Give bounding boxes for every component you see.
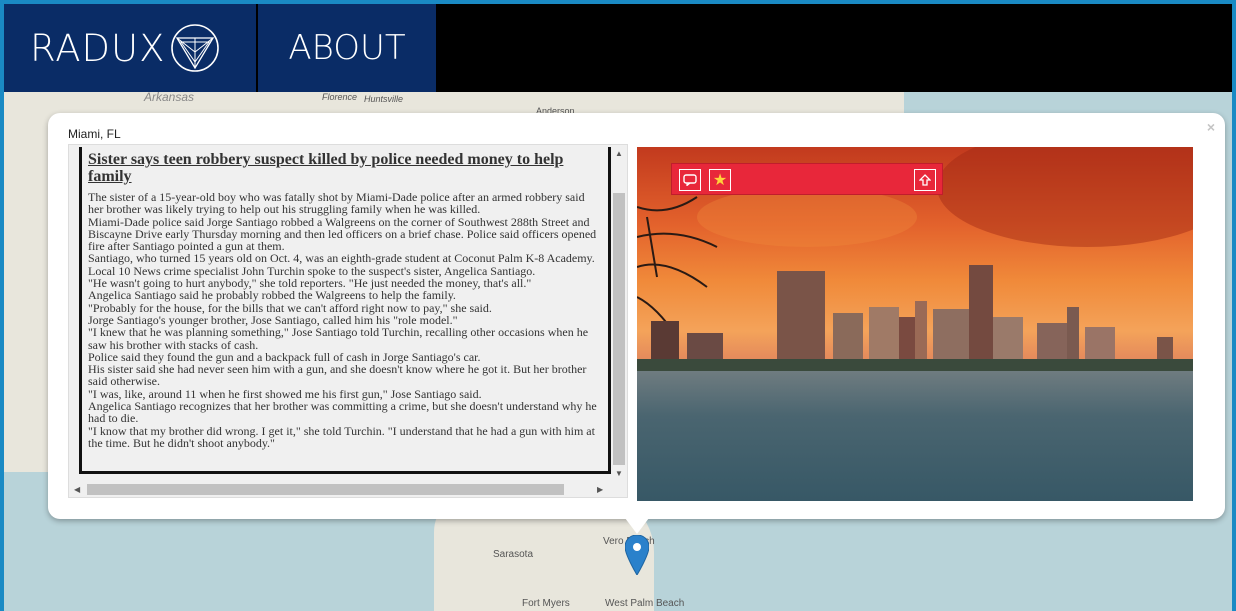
map-label-sarasota: Sarasota <box>493 549 534 560</box>
article-paragraph: "I knew that he was planning something,"… <box>88 325 589 352</box>
article-paragraph: His sister said she had never seen him w… <box>88 362 587 389</box>
article-paragraph: The sister of a 15-year-old boy who was … <box>88 190 585 217</box>
scroll-up-arrow-icon[interactable]: ▲ <box>615 149 623 158</box>
map-label-huntsville: Huntsville <box>364 94 404 104</box>
map-marker-icon[interactable] <box>625 535 649 575</box>
map-label-florence: Florence <box>322 92 358 102</box>
comment-icon[interactable] <box>679 169 701 191</box>
location-popup: × Miami, FL Sister says teen robbery sus… <box>48 113 1225 519</box>
horizontal-scroll-thumb[interactable] <box>87 484 564 495</box>
close-popup-button[interactable]: × <box>1207 119 1215 135</box>
map-label-arkansas: Arkansas <box>144 92 195 104</box>
scroll-down-arrow-icon[interactable]: ▼ <box>615 469 623 478</box>
water-surface <box>637 371 1193 501</box>
article-paragraph: Angelica Santiago recognizes that her br… <box>88 399 597 426</box>
star-icon[interactable]: ★ <box>709 169 731 191</box>
article-paragraph: Santiago, who turned 15 years old on Oct… <box>88 251 595 266</box>
radux-logo-icon <box>171 24 220 72</box>
share-up-icon[interactable] <box>914 169 936 191</box>
popup-pointer <box>625 518 649 534</box>
popup-location-title: Miami, FL <box>68 127 121 141</box>
article-scroll-pane[interactable]: Sister says teen robbery suspect killed … <box>68 144 628 498</box>
article-headline[interactable]: Sister says teen robbery suspect killed … <box>88 151 602 185</box>
scroll-right-arrow-icon[interactable]: ▶ <box>597 485 603 494</box>
horizontal-scrollbar[interactable]: ◀ ▶ <box>69 481 613 497</box>
scroll-left-arrow-icon[interactable]: ◀ <box>74 485 80 494</box>
map-label-fort-myers: Fort Myers <box>522 598 570 609</box>
logo-text: RADUX <box>30 26 166 70</box>
about-nav-link[interactable]: ABOUT <box>258 4 436 92</box>
city-skyline-photo: ★ <box>637 147 1193 501</box>
photo-action-toolbar: ★ <box>671 163 943 195</box>
article-content: Sister says teen robbery suspect killed … <box>79 147 611 474</box>
vertical-scroll-thumb[interactable] <box>613 193 625 465</box>
map-label-west-palm-beach: West Palm Beach <box>605 598 685 609</box>
article-paragraph: "I know that my brother did wrong. I get… <box>88 423 595 450</box>
logo-link[interactable]: RADUX <box>4 4 256 92</box>
article-paragraph: Angelica Santiago said he probably robbe… <box>88 288 456 303</box>
article-paragraph: Miami-Dade police said Jorge Santiago ro… <box>88 214 597 254</box>
vertical-scrollbar[interactable]: ▲ ▼ <box>611 145 627 483</box>
